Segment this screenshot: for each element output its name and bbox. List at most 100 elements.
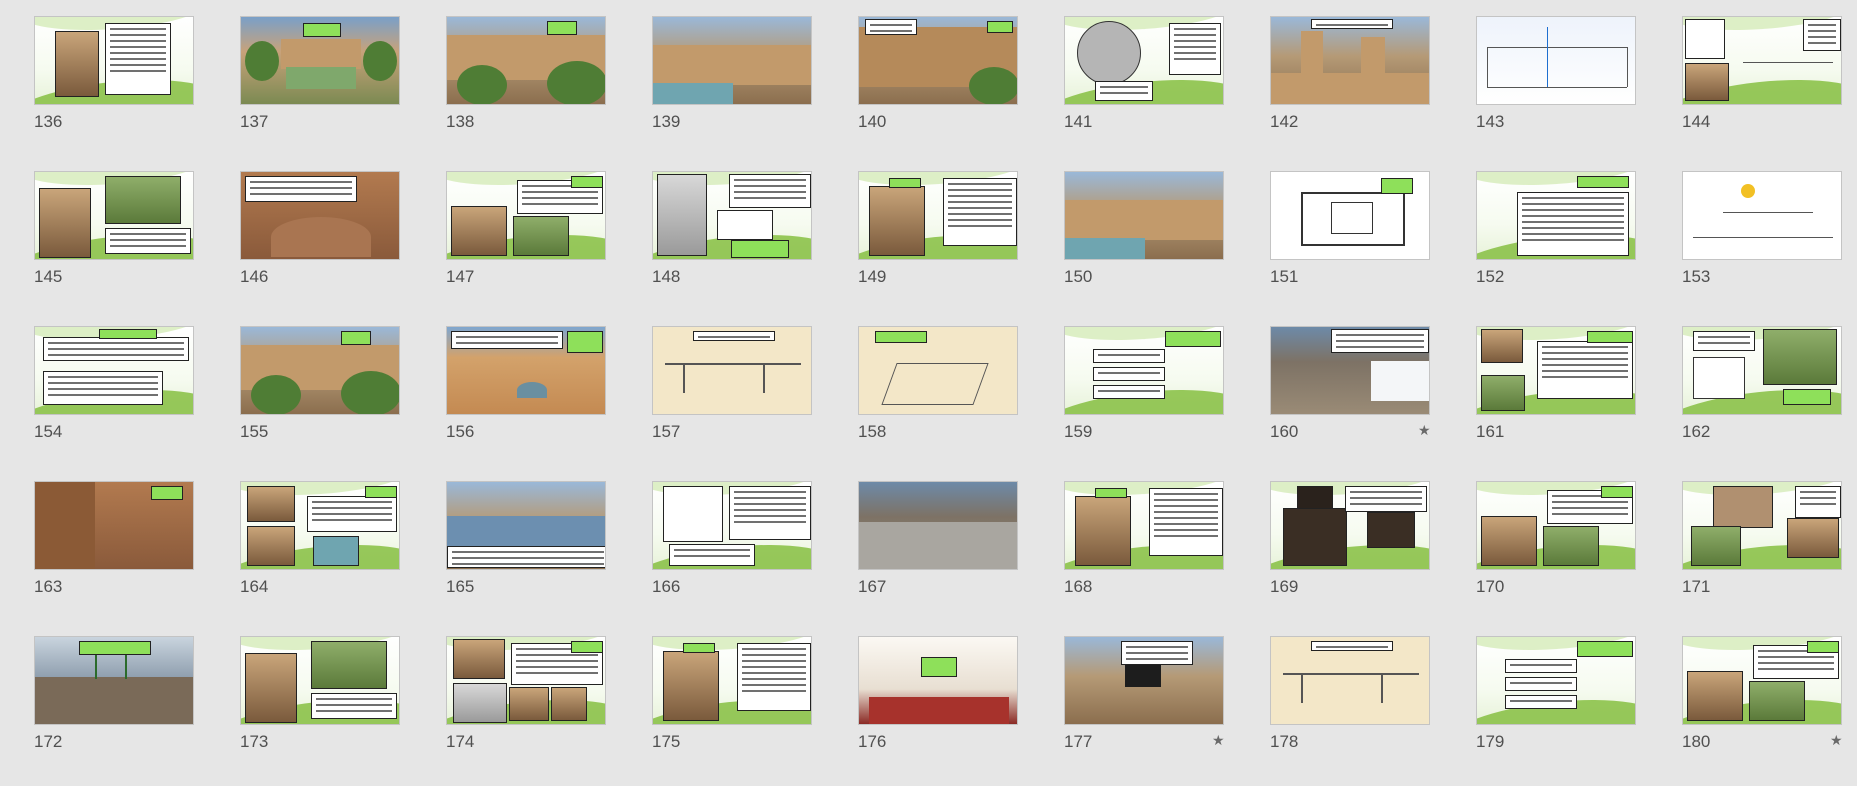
slide-thumbnail-item[interactable]: 168: [1064, 481, 1248, 631]
slide-thumbnail[interactable]: [1476, 481, 1636, 570]
slide-thumbnail[interactable]: [446, 481, 606, 570]
slide-thumbnail-item[interactable]: 148: [652, 171, 836, 321]
slide-thumbnail[interactable]: [652, 171, 812, 260]
slide-thumbnail[interactable]: [652, 636, 812, 725]
slide-thumbnail[interactable]: [1476, 16, 1636, 105]
slide-thumbnail[interactable]: [446, 171, 606, 260]
slide-thumbnail-item[interactable]: 167: [858, 481, 1042, 631]
slide-thumbnail-item[interactable]: 144: [1682, 16, 1857, 166]
slide-thumbnail[interactable]: [1682, 326, 1842, 415]
slide-thumbnail[interactable]: [1270, 481, 1430, 570]
slide-thumbnail-item[interactable]: 156: [446, 326, 630, 476]
slide-thumbnail[interactable]: [240, 171, 400, 260]
slide-thumbnail[interactable]: [446, 326, 606, 415]
slide-thumbnail-item[interactable]: 161: [1476, 326, 1660, 476]
slide-thumbnail-item[interactable]: 160 ★: [1270, 326, 1454, 476]
slide-thumbnail-item[interactable]: 164: [240, 481, 424, 631]
slide-thumbnail-item[interactable]: 136: [34, 16, 218, 166]
slide-thumbnail[interactable]: [1270, 16, 1430, 105]
slide-thumbnail[interactable]: [1270, 326, 1430, 415]
slide-thumbnail-item[interactable]: 147: [446, 171, 630, 321]
slide-thumbnail[interactable]: [858, 481, 1018, 570]
slide-thumbnail-item[interactable]: 155: [240, 326, 424, 476]
slide-thumbnail[interactable]: [858, 636, 1018, 725]
slide-thumbnail-item[interactable]: 162: [1682, 326, 1857, 476]
slide-thumbnail-item[interactable]: 170: [1476, 481, 1660, 631]
slide-thumbnail[interactable]: [858, 16, 1018, 105]
slide-thumbnail[interactable]: [858, 326, 1018, 415]
slide-thumbnail-item[interactable]: 180 ★: [1682, 636, 1857, 786]
slide-thumbnail-item[interactable]: 173: [240, 636, 424, 786]
section-outline: [1547, 27, 1548, 87]
slide-thumbnail-item[interactable]: 146: [240, 171, 424, 321]
slide-thumbnail[interactable]: [34, 636, 194, 725]
slide-title-tag: [1807, 641, 1839, 653]
slide-thumbnail-item[interactable]: 174: [446, 636, 630, 786]
slide-thumbnail-item[interactable]: 138: [446, 16, 630, 166]
slide-number: 162: [1682, 422, 1711, 441]
slide-thumbnail-item[interactable]: 141: [1064, 16, 1248, 166]
slide-thumbnail[interactable]: [1476, 326, 1636, 415]
slide-thumbnail[interactable]: [34, 326, 194, 415]
slide-thumbnail-item[interactable]: 163: [34, 481, 218, 631]
slide-thumbnail[interactable]: [240, 326, 400, 415]
slide-thumbnail[interactable]: [1064, 481, 1224, 570]
slide-thumbnail[interactable]: [34, 16, 194, 105]
slide-thumbnail-item[interactable]: 157: [652, 326, 836, 476]
slide-thumbnail[interactable]: [240, 636, 400, 725]
slide-number: 154: [34, 422, 63, 441]
slide-thumbnail[interactable]: [240, 481, 400, 570]
slide-thumbnail-item[interactable]: 159: [1064, 326, 1248, 476]
slide-thumbnail-item[interactable]: 171: [1682, 481, 1857, 631]
slide-title-tag: [151, 486, 183, 500]
slide-thumbnail[interactable]: [1064, 326, 1224, 415]
slide-text-box: [865, 19, 917, 35]
slide-thumbnail-item[interactable]: 166: [652, 481, 836, 631]
slide-thumbnail-item[interactable]: 152: [1476, 171, 1660, 321]
slide-thumbnail[interactable]: [1682, 171, 1842, 260]
slide-thumbnail-item[interactable]: 142: [1270, 16, 1454, 166]
slide-thumbnail-item[interactable]: 176: [858, 636, 1042, 786]
slide-thumbnail[interactable]: [1064, 16, 1224, 105]
slide-thumbnail[interactable]: [858, 171, 1018, 260]
slide-thumbnail-item[interactable]: 137: [240, 16, 424, 166]
slide-thumbnail[interactable]: [1682, 16, 1842, 105]
slide-thumbnail[interactable]: [1476, 171, 1636, 260]
slide-thumbnail-item[interactable]: 169: [1270, 481, 1454, 631]
slide-thumbnail-item[interactable]: 177 ★: [1064, 636, 1248, 786]
slide-thumbnail[interactable]: [34, 171, 194, 260]
slide-thumbnail[interactable]: [446, 636, 606, 725]
slide-thumbnail-item[interactable]: 139: [652, 16, 836, 166]
slide-photo: [247, 526, 295, 566]
slide-thumbnail[interactable]: [1064, 171, 1224, 260]
slide-thumbnail-item[interactable]: 179: [1476, 636, 1660, 786]
slide-thumbnail-item[interactable]: 145: [34, 171, 218, 321]
slide-thumbnail-item[interactable]: 153: [1682, 171, 1857, 321]
slide-thumbnail[interactable]: [1682, 636, 1842, 725]
slide-thumbnail-item[interactable]: 165: [446, 481, 630, 631]
slide-thumbnail-item[interactable]: 151: [1270, 171, 1454, 321]
slide-thumbnail[interactable]: [1064, 636, 1224, 725]
slide-thumbnail[interactable]: [446, 16, 606, 105]
slide-thumbnail[interactable]: [652, 326, 812, 415]
slide-thumbnail[interactable]: [1270, 636, 1430, 725]
slide-thumbnail[interactable]: [652, 481, 812, 570]
slide-thumbnail-item[interactable]: 140: [858, 16, 1042, 166]
slide-number: 155: [240, 422, 269, 441]
slide-thumbnail[interactable]: [240, 16, 400, 105]
slide-thumbnail-item[interactable]: 172: [34, 636, 218, 786]
section-outline: [1381, 673, 1383, 703]
slide-thumbnail-item[interactable]: 150: [1064, 171, 1248, 321]
slide-thumbnail-item[interactable]: 158: [858, 326, 1042, 476]
slide-thumbnail-item[interactable]: 175: [652, 636, 836, 786]
slide-thumbnail[interactable]: [1476, 636, 1636, 725]
slide-thumbnail-item[interactable]: 154: [34, 326, 218, 476]
slide-thumbnail[interactable]: [1270, 171, 1430, 260]
slide-thumbnail-item[interactable]: 178: [1270, 636, 1454, 786]
slide-thumbnail[interactable]: [1682, 481, 1842, 570]
slide-thumbnail[interactable]: [34, 481, 194, 570]
slide-thumbnail-item[interactable]: 143: [1476, 16, 1660, 166]
slide-thumbnail[interactable]: [652, 16, 812, 105]
building-facade: [653, 45, 811, 85]
slide-thumbnail-item[interactable]: 149: [858, 171, 1042, 321]
